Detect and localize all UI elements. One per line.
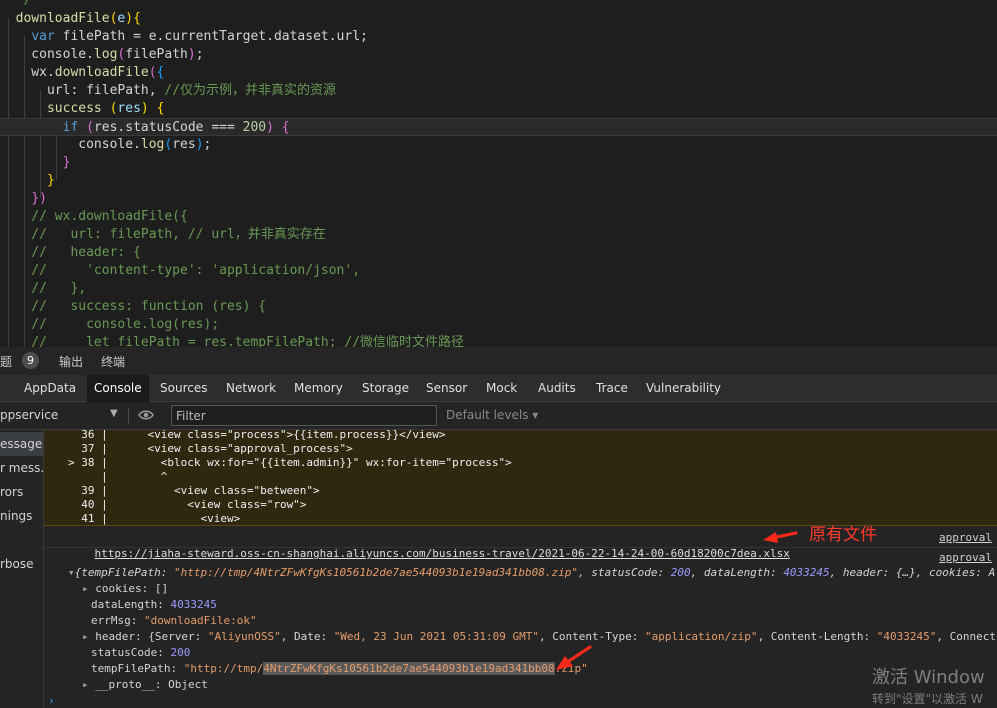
log-url-message: https://jiaha-steward.oss-cn-shanghai.al… — [68, 530, 790, 560]
tab-sources[interactable]: Sources — [153, 375, 214, 402]
selected-text: 4NtrZFwKfgKs10561b2de7ae544093b1e19ad341… — [263, 662, 555, 675]
devtools-tabs: AppData Console Sources Network Memory S… — [0, 375, 997, 402]
source-line: 36 | <view class="process">{{item.proces… — [81, 430, 446, 441]
code-line: wx.downloadFile({ — [0, 65, 165, 80]
source-caret-line: | ^ — [74, 470, 168, 483]
prop-proto[interactable]: ▸ __proto__: Object — [82, 677, 208, 693]
tab-sensor[interactable]: Sensor — [419, 375, 474, 402]
warning-source-block: 36 | <view class="process">{{item.proces… — [44, 430, 997, 526]
tab-appdata[interactable]: AppData — [17, 375, 83, 402]
default-levels-dropdown[interactable]: Default levels ▾ — [446, 408, 538, 422]
prop-header[interactable]: ▸ header: {Server: "AliyunOSS", Date: "W… — [82, 629, 997, 645]
code-line: url: filePath, //仅为示例，并非真实的资源 — [0, 83, 337, 98]
tab-terminal[interactable]: 终端 — [101, 353, 125, 370]
sidebar-item-verbose[interactable]: rbose — [0, 552, 34, 576]
prop-statuscode: statusCode: 200 — [91, 646, 191, 659]
object-summary[interactable]: ▾{tempFilePath: "http://tmp/4NtrZFwKfgKs… — [68, 565, 995, 581]
problems-count-badge: 9 — [22, 352, 39, 369]
source-line: 40 | <view class="row"> — [81, 498, 307, 511]
sidebar-item-messages[interactable]: essages — [0, 432, 43, 456]
code-editor[interactable]: */ downloadFile(e){ var filePath = e.cur… — [0, 0, 997, 347]
prop-tempfilepath: tempFilePath: "http://tmp/4NtrZFwKfgKs10… — [91, 662, 588, 675]
annotation-label: 原有文件 — [809, 525, 877, 545]
code-line: if (res.statusCode === 200) { — [0, 118, 997, 136]
console-output: 36 | <view class="process">{{item.proces… — [44, 430, 997, 708]
tab-storage[interactable]: Storage — [355, 375, 416, 402]
prop-datalength: dataLength: 4033245 — [91, 598, 217, 611]
tab-trace[interactable]: Trace — [589, 375, 635, 402]
code-line: console.log(res); — [0, 137, 212, 152]
code-line: var filePath = e.currentTarget.dataset.u… — [31, 29, 368, 44]
code-line: */ — [0, 0, 32, 8]
eye-icon[interactable] — [138, 409, 154, 421]
code-line: } — [62, 155, 71, 170]
console-sidebar: essages r mess... rors nings rbose — [0, 430, 44, 708]
filter-input[interactable] — [171, 405, 437, 426]
activation-watermark-subtitle: 转到"设置"以激活 W — [872, 692, 983, 706]
code-line: // 'content-type': 'application/json', — [0, 263, 361, 278]
sidebar-item-errors[interactable]: rors — [0, 480, 23, 504]
code-line: // url: filePath, // url，并非真实存在 — [0, 227, 326, 242]
code-line: downloadFile(e){ — [0, 11, 141, 26]
expand-triangle-icon[interactable]: ▸ — [82, 678, 95, 691]
code-line: // header: { — [0, 245, 141, 260]
expand-triangle-icon[interactable]: ▾ — [68, 566, 75, 579]
code-line: // let filePath = res.tempFilePath; //微信… — [0, 335, 465, 347]
panel-tabs: 题 9 输出 终端 — [0, 347, 997, 375]
tab-network[interactable]: Network — [219, 375, 283, 402]
tab-memory[interactable]: Memory — [287, 375, 350, 402]
source-line: 37 | <view class="approval_process"> — [81, 442, 353, 455]
tab-vulnerability[interactable]: Vulnerability — [639, 375, 728, 402]
tab-output[interactable]: 输出 — [59, 353, 83, 370]
sidebar-item-user-messages[interactable]: r mess... — [0, 456, 43, 480]
prop-errmsg: errMsg: "downloadFile:ok" — [91, 614, 257, 627]
tab-console[interactable]: Console — [87, 375, 149, 402]
prop-cookies[interactable]: ▸ cookies: [] — [82, 581, 168, 597]
code-line: // }, — [0, 281, 87, 296]
expand-triangle-icon[interactable]: ▸ — [82, 582, 95, 595]
code-line: // wx.downloadFile({ — [0, 209, 188, 224]
code-line: console.log(filePath); — [0, 47, 204, 62]
tab-mock[interactable]: Mock — [479, 375, 524, 402]
activation-watermark-title: 激活 Window — [872, 667, 985, 688]
source-file-link[interactable]: approval — [939, 530, 992, 546]
source-line-error: > 38 | <block wx:for="{{item.admin}}" wx… — [68, 456, 512, 469]
code-line: } — [46, 173, 55, 188]
download-url-link[interactable]: https://jiaha-steward.oss-cn-shanghai.al… — [95, 547, 790, 560]
source-file-link[interactable]: approval — [939, 550, 992, 566]
dropdown-arrow-icon[interactable]: ▼ — [110, 408, 118, 419]
source-line: 41 | <view> — [81, 512, 241, 525]
code-line: }) — [31, 191, 47, 206]
console-toolbar: ppservice ▼ Default levels ▾ — [0, 402, 997, 430]
code-line: // success: function (res) { — [0, 299, 267, 314]
console-prompt-icon[interactable]: › — [48, 693, 55, 708]
tab-audits[interactable]: Audits — [531, 375, 583, 402]
row-divider — [44, 547, 997, 548]
code-line: success (res) { — [46, 101, 165, 116]
source-line: 39 | <view class="between"> — [81, 484, 320, 497]
expand-triangle-icon[interactable]: ▸ — [82, 630, 95, 643]
sidebar-item-warnings[interactable]: nings — [0, 504, 32, 528]
context-select[interactable]: ppservice — [0, 408, 58, 422]
tab-problems[interactable]: 题 — [0, 353, 12, 370]
toolbar-divider — [128, 408, 129, 424]
code-line: // console.log(res); — [0, 317, 220, 332]
